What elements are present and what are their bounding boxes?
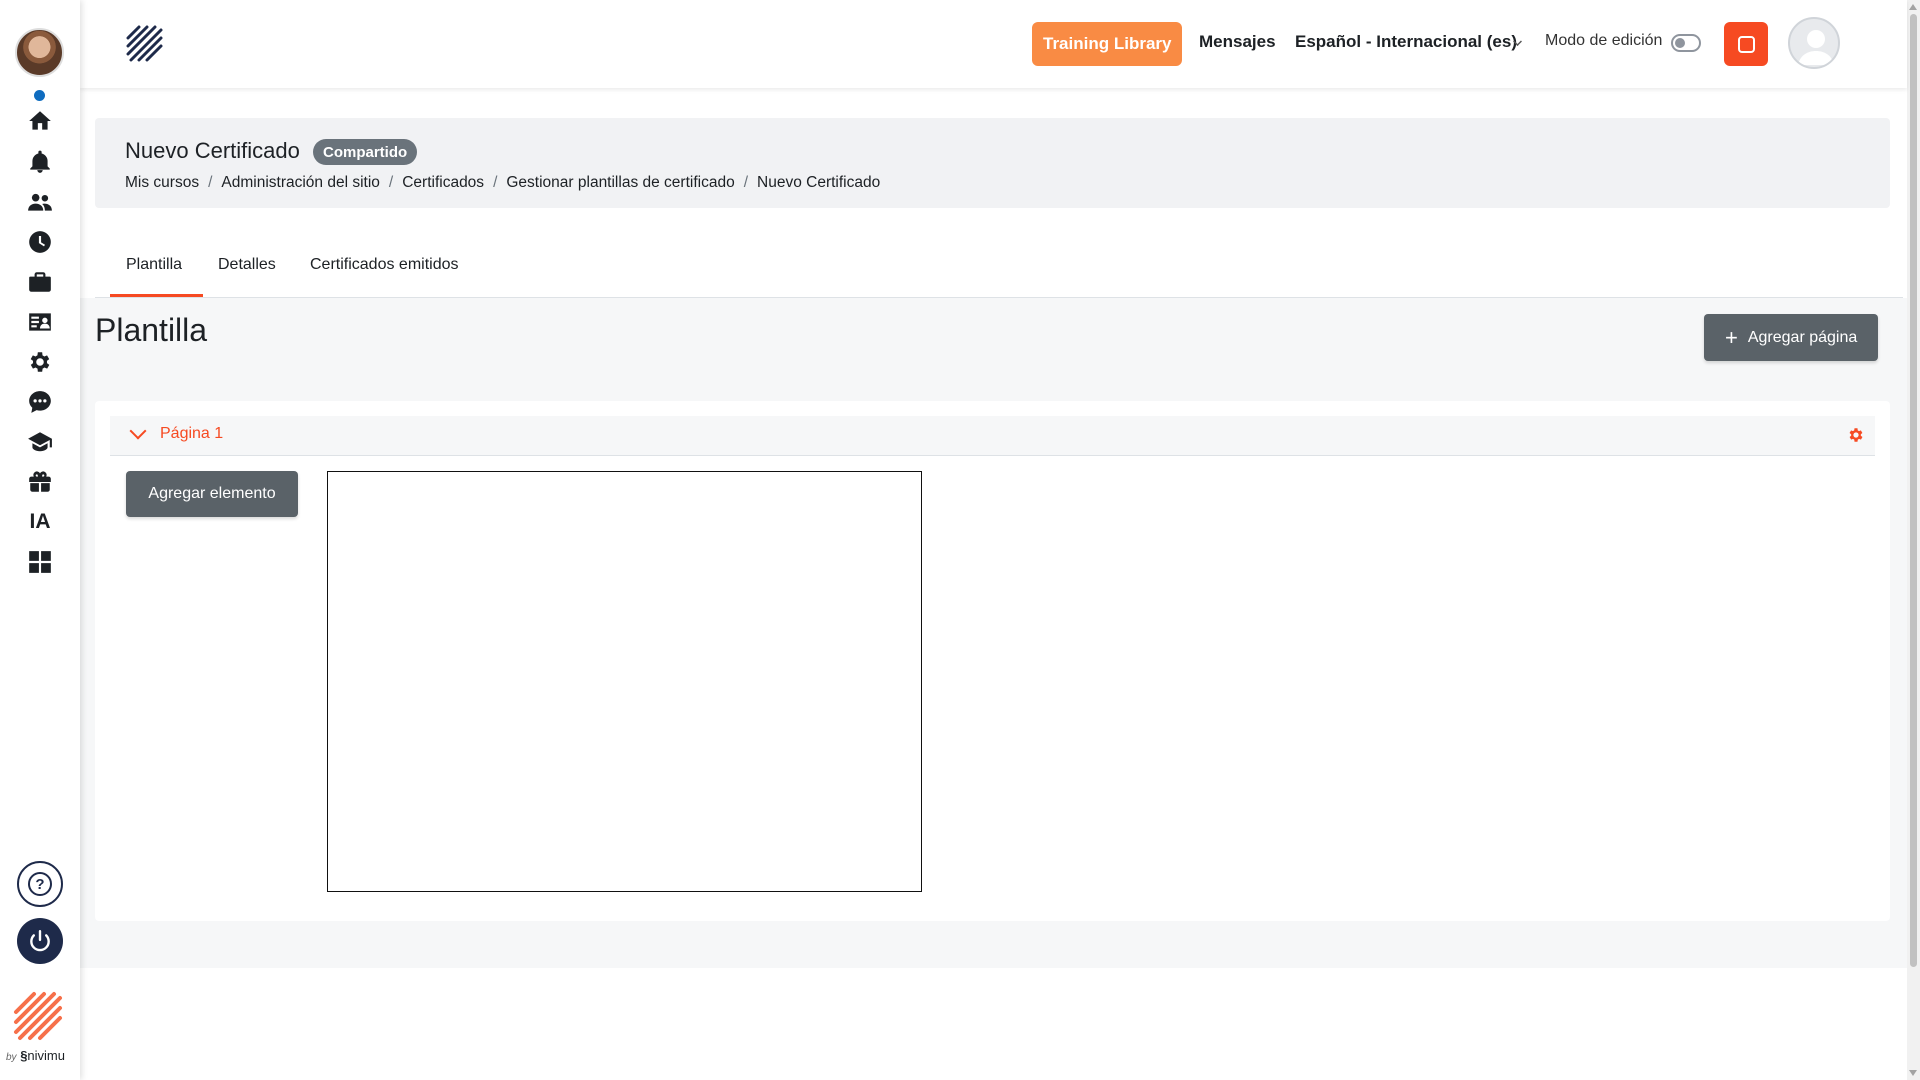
tab-plantilla[interactable]: Plantilla [126, 256, 182, 274]
page-header: Nuevo Certificado Compartido Mis cursos /… [95, 118, 1890, 208]
power-button[interactable] [17, 918, 63, 964]
online-status-dot [34, 90, 45, 101]
power-icon [30, 930, 50, 952]
left-rail: IA ? by §nivimu [0, 0, 80, 1080]
breadcrumb-item[interactable]: Certificados [402, 174, 484, 192]
chevron-down-icon[interactable] [129, 422, 147, 440]
tab-certificados-emitidos[interactable]: Certificados emitidos [310, 256, 459, 274]
notifications-button[interactable] [1724, 22, 1768, 66]
section-title: Plantilla [95, 312, 208, 348]
breadcrumb-item[interactable]: Mis cursos [125, 174, 199, 192]
scrollbar[interactable] [1907, 0, 1920, 1080]
edit-mode-toggle[interactable] [1671, 34, 1701, 52]
user-avatar[interactable] [1788, 17, 1840, 69]
graduation-cap-icon[interactable] [24, 426, 56, 458]
add-page-label: Agregar página [1747, 328, 1858, 346]
tabs-bar: Plantilla Detalles Certificados emitidos [95, 238, 1903, 298]
page-label[interactable]: Página 1 [160, 425, 223, 443]
help-button[interactable]: ? [17, 861, 63, 907]
user-icon [1798, 30, 1834, 65]
language-selector[interactable]: Español - Internacional (es) [1295, 32, 1517, 52]
chat-icon[interactable] [24, 386, 56, 418]
gift-icon[interactable] [24, 466, 56, 498]
breadcrumb-item[interactable]: Administración del sitio [221, 174, 380, 192]
id-card-icon[interactable] [24, 306, 56, 338]
users-icon[interactable] [24, 186, 56, 218]
status-badge: Compartido [313, 139, 418, 165]
home-icon[interactable] [24, 105, 56, 137]
gear-icon[interactable] [24, 346, 56, 378]
ia-label: IA [29, 510, 51, 533]
add-page-button[interactable]: + Agregar página [1704, 314, 1879, 361]
byline-brand: nivimu [27, 1048, 65, 1063]
current-user-avatar[interactable] [15, 28, 64, 77]
page-header-row[interactable]: Página 1 [110, 416, 1875, 456]
add-element-button[interactable]: Agregar elemento [126, 471, 298, 517]
page-title: Nuevo Certificado [125, 138, 300, 163]
messages-link[interactable]: Mensajes [1199, 32, 1276, 52]
breadcrumb-item[interactable]: Gestionar plantillas de certificado [506, 174, 734, 192]
page-card: Página 1 Agregar elemento [95, 401, 1890, 921]
clock-icon[interactable] [24, 226, 56, 258]
byline-prefix: by [6, 1052, 17, 1063]
bell-icon[interactable] [24, 146, 56, 178]
scrollbar-thumb[interactable] [1910, 14, 1917, 967]
training-library-button[interactable]: Training Library [1032, 22, 1183, 66]
scroll-up-icon[interactable] [1909, 4, 1917, 10]
grid-icon[interactable] [24, 546, 56, 578]
question-icon: ? [28, 872, 52, 896]
active-tab-indicator [110, 294, 203, 297]
tab-detalles[interactable]: Detalles [218, 256, 276, 274]
scroll-down-icon[interactable] [1909, 1070, 1917, 1076]
top-navbar: Training Library Mensajes Español - Inte… [80, 0, 1907, 88]
briefcase-icon[interactable] [24, 266, 56, 298]
certificate-canvas[interactable] [327, 471, 922, 892]
edit-mode-label: Modo de edición [1545, 32, 1663, 49]
byline: by §nivimu [6, 1048, 65, 1063]
site-logo[interactable] [125, 24, 165, 68]
brand-logo [12, 990, 64, 1046]
ia-icon[interactable]: IA [24, 506, 56, 538]
breadcrumb: Mis cursos / Administración del sitio / Ce… [125, 174, 881, 192]
square-icon [1737, 35, 1755, 53]
plus-icon: + [1725, 324, 1738, 350]
page-settings-gear-icon[interactable] [1847, 426, 1865, 444]
breadcrumb-item[interactable]: Nuevo Certificado [757, 174, 880, 192]
